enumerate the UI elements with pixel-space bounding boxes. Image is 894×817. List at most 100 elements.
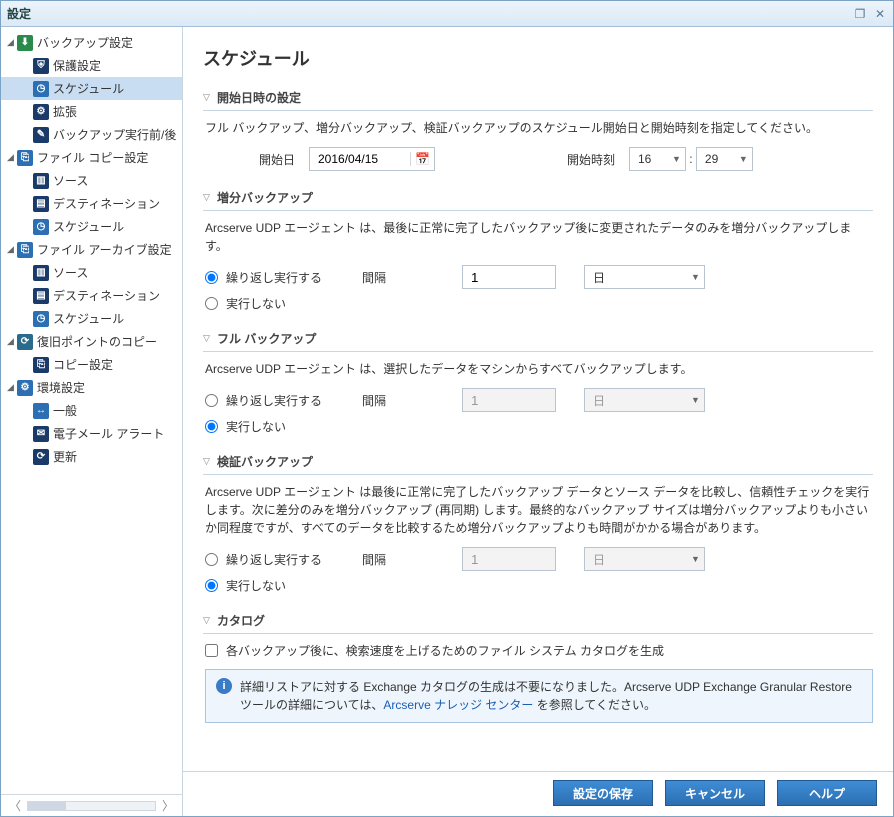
start-time-label: 開始時刻 [555,151,615,168]
start-minute-select[interactable]: 29 ▼ [696,147,753,171]
full-none-label[interactable]: 実行しない [226,418,286,435]
cancel-button[interactable]: キャンセル [665,780,765,806]
full-interval-label: 間隔 [362,392,462,409]
titlebar-controls: ❐ ✕ [853,7,887,21]
chevron-down-icon: ▼ [739,154,748,164]
info-icon: i [216,678,232,694]
time-separator: : [686,152,696,166]
catalog-generate-label[interactable]: 各バックアップ後に、検索速度を上げるためのファイル システム カタログを生成 [226,642,664,659]
sidebar-item-4-0[interactable]: ↔一般 [1,399,182,422]
sidebar-group-1[interactable]: ◢⎘ファイル コピー設定 [1,146,182,169]
collapse-icon[interactable]: ▽ [203,333,217,344]
collapse-icon[interactable]: ▽ [203,615,217,626]
chevron-down-icon: ▼ [691,395,700,405]
tree-expand-icon[interactable]: ◢ [7,152,17,163]
section-start-header[interactable]: ▽ 開始日時の設定 [203,85,873,111]
knowledge-center-link[interactable]: Arcserve ナレッジ センター [383,698,533,712]
sidebar-item-label: ソース [53,172,88,189]
chevron-down-icon: ▼ [672,154,681,164]
tree-expand-icon[interactable]: ◢ [7,37,17,48]
save-button[interactable]: 設定の保存 [553,780,653,806]
section-incremental-header[interactable]: ▽ 増分バックアップ [203,185,873,211]
help-button[interactable]: ヘルプ [777,780,877,806]
general-icon: ↔ [33,403,49,419]
collapse-icon[interactable]: ▽ [203,192,217,203]
section-verify-header[interactable]: ▽ 検証バックアップ [203,449,873,475]
sidebar-item-0-3[interactable]: ✎バックアップ実行前/後 [1,123,182,146]
section-start: ▽ 開始日時の設定 フル バックアップ、増分バックアップ、検証バックアップのスケ… [203,85,873,171]
sidebar-item-4-1[interactable]: ✉電子メール アラート [1,422,182,445]
scroll-track[interactable] [27,801,156,811]
scroll-right-icon[interactable]: 〉 [162,797,174,814]
verify-repeat-label[interactable]: 繰り返し実行する [226,551,322,568]
download-icon: ⬇ [17,35,33,51]
sidebar-item-0-0[interactable]: ⛨保護設定 [1,54,182,77]
sidebar-item-2-2[interactable]: ◷スケジュール [1,307,182,330]
start-hour-select[interactable]: 16 ▼ [629,147,686,171]
sidebar-group-3[interactable]: ◢⟳復旧ポイントのコピー [1,330,182,353]
page-title: スケジュール [203,45,873,71]
incremental-none-radio[interactable] [205,297,218,310]
incremental-repeat-label[interactable]: 繰り返し実行する [226,269,322,286]
window-title: 設定 [7,5,853,22]
tree-expand-icon[interactable]: ◢ [7,382,17,393]
scroll-thumb[interactable] [28,802,66,810]
catalog-info-box: i 詳細リストアに対する Exchange カタログの生成は不要になりました。A… [205,669,873,723]
scroll-left-icon[interactable]: 〈 [9,797,21,814]
nav-tree[interactable]: ◢⬇バックアップ設定⛨保護設定◷スケジュール⚙拡張✎バックアップ実行前/後◢⎘フ… [1,27,182,794]
sidebar-hscroll[interactable]: 〈 〉 [1,794,182,816]
section-start-title: 開始日時の設定 [217,89,301,106]
sidebar-item-label: スケジュール [53,218,124,235]
incremental-none-label[interactable]: 実行しない [226,295,286,312]
restore-window-icon[interactable]: ❐ [853,7,867,21]
sidebar-item-0-1[interactable]: ◷スケジュール [1,77,182,100]
verify-repeat-radio[interactable] [205,553,218,566]
sidebar-group-0[interactable]: ◢⬇バックアップ設定 [1,31,182,54]
collapse-icon[interactable]: ▽ [203,92,217,103]
sidebar-item-label: ソース [53,264,88,281]
chevron-down-icon: ▼ [691,554,700,564]
verify-interval-input [462,547,556,571]
start-date-field[interactable]: 📅 [309,147,435,171]
catalog-generate-checkbox[interactable] [205,644,218,657]
verify-none-radio[interactable] [205,579,218,592]
sidebar-item-4-2[interactable]: ⟳更新 [1,445,182,468]
sidebar-item-1-1[interactable]: ▤デスティネーション [1,192,182,215]
sidebar: ◢⬇バックアップ設定⛨保護設定◷スケジュール⚙拡張✎バックアップ実行前/後◢⎘フ… [1,27,183,816]
dest-icon: ▤ [33,196,49,212]
sidebar-item-label: 電子メール アラート [53,425,164,442]
incremental-repeat-radio[interactable] [205,271,218,284]
section-full: ▽ フル バックアップ Arcserve UDP エージェント は、選択したデー… [203,326,873,435]
full-repeat-radio[interactable] [205,394,218,407]
sidebar-group-label: 環境設定 [37,379,85,396]
start-date-input[interactable] [310,152,410,166]
full-none-radio[interactable] [205,420,218,433]
collapse-icon[interactable]: ▽ [203,456,217,467]
section-catalog-header[interactable]: ▽ カタログ [203,608,873,634]
clock-icon: ◷ [33,311,49,327]
tree-expand-icon[interactable]: ◢ [7,244,17,255]
section-incremental-title: 増分バックアップ [217,189,313,206]
sidebar-item-label: 一般 [53,402,77,419]
incremental-interval-input[interactable] [462,265,556,289]
copy-settings-icon: ⎘ [33,357,49,373]
sidebar-item-0-2[interactable]: ⚙拡張 [1,100,182,123]
sidebar-item-2-0[interactable]: ▥ソース [1,261,182,284]
section-full-header[interactable]: ▽ フル バックアップ [203,326,873,352]
archive-icon: ⎘ [17,242,33,258]
full-repeat-label[interactable]: 繰り返し実行する [226,392,322,409]
sidebar-item-1-0[interactable]: ▥ソース [1,169,182,192]
sidebar-item-label: 保護設定 [53,57,101,74]
sidebar-item-3-0[interactable]: ⎘コピー設定 [1,353,182,376]
verify-none-label[interactable]: 実行しない [226,577,286,594]
sidebar-item-2-1[interactable]: ▤デスティネーション [1,284,182,307]
section-incremental-desc: Arcserve UDP エージェント は、最後に正常に完了したバックアップ後に… [205,219,873,255]
incremental-unit-select[interactable]: 日 ▼ [584,265,705,289]
calendar-icon[interactable]: 📅 [410,152,434,166]
sidebar-item-1-2[interactable]: ◷スケジュール [1,215,182,238]
sidebar-group-4[interactable]: ◢⚙環境設定 [1,376,182,399]
tree-expand-icon[interactable]: ◢ [7,336,17,347]
catalog-info-text: 詳細リストアに対する Exchange カタログの生成は不要になりました。Arc… [240,678,862,714]
sidebar-group-2[interactable]: ◢⎘ファイル アーカイブ設定 [1,238,182,261]
close-icon[interactable]: ✕ [873,7,887,21]
